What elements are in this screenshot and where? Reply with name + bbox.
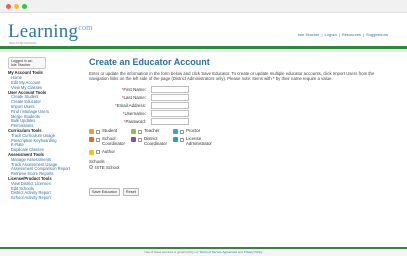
author-role-label: Author [102,148,115,154]
login-status-user: Isle Teacher [11,63,31,68]
minimize-window-button[interactable] [14,4,19,9]
logo-text: Learning [8,21,79,42]
topnav-logout-link[interactable]: Logout [325,32,337,37]
author-checkbox[interactable] [96,150,100,155]
sidebar: Logged in as: Isle Teacher My Account To… [8,57,82,201]
site-logo[interactable]: Learningcom [8,21,93,43]
maximize-window-button[interactable] [22,4,27,9]
first-name-label: *First Name: [122,87,146,92]
license-administrator-checkbox[interactable] [180,137,184,142]
proctor-role-icon [173,129,178,134]
sidebar-nav: My Account Tools Home Edit My Account View … [8,71,82,201]
top-navigation: Isle Teacher | Logout | Resources | Suggestion… [297,32,389,37]
role-option-teacher[interactable]: Teacher [131,128,169,134]
role-option-proctor[interactable]: Proctor [173,128,217,134]
topnav-separator: | [338,32,340,37]
proctor-role-label: Proctor [186,128,201,133]
student-role-icon [89,129,94,134]
email-address-label: *Email Address: [115,103,146,108]
header-subbar [0,49,407,52]
topnav-user: Isle Teacher [297,32,320,37]
school-coordinator-role-label: School Coordinator [102,136,125,146]
password-label: *Password: [124,119,146,124]
form-actions: Save Educator Reset [89,187,389,196]
footer-and: and [237,250,243,254]
last-name-input[interactable] [151,94,189,101]
school-option-iste-school[interactable]: ISTE School [89,165,389,170]
topnav-suggestions-link[interactable]: Suggestions [366,32,388,37]
intro-text: Enter or update the information in the f… [89,71,375,81]
sidebar-item-school-activity-report[interactable]: School Activity Report [8,195,82,201]
first-name-label-text: First Name: [123,87,146,92]
teacher-role-icon [131,129,136,134]
role-option-school-coordinator[interactable]: School Coordinator [89,136,127,147]
logo-suffix: com [78,23,93,32]
school-label: ISTE School [95,164,120,170]
form-row-email-address: *Email Address: [89,102,389,110]
reset-button[interactable]: Reset [122,187,139,196]
site-header: Learningcom SKILLS FOR SUCCESS Isle Teac… [0,13,407,46]
privacy-link[interactable]: Privacy Policy [244,250,263,254]
username-input[interactable] [151,110,189,117]
teacher-role-label: Teacher [144,128,160,133]
teacher-checkbox[interactable] [138,129,142,134]
terms-link[interactable]: Terms of Service Agreement [199,250,237,254]
last-name-label: *Last Name: [122,95,146,100]
last-name-label-text: Last Name: [123,95,146,100]
form-row-username: *Username: [89,110,389,118]
password-label-text: Password: [125,119,147,124]
email-address-input[interactable] [151,102,189,109]
form-row-password: *Password: [89,118,389,126]
schools-label: Schools [89,158,105,164]
school-coordinator-checkbox[interactable] [96,137,100,142]
district-coordinator-role-label: District Coordinator [144,136,167,146]
educator-form: *First Name: *Last Name: *Email Address: *U… [89,86,389,126]
form-row-last-name: *Last Name: [89,94,389,102]
role-option-district-coordinator[interactable]: District Coordinator [131,136,169,147]
proctor-checkbox[interactable] [180,129,184,134]
page-title: Create an Educator Account [89,57,210,67]
district-coordinator-checkbox[interactable] [138,137,142,142]
save-educator-button[interactable]: Save Educator [89,187,120,196]
student-checkbox[interactable] [96,129,100,134]
username-label: *Username: [123,111,146,116]
author-role-icon [89,149,94,155]
password-input[interactable] [151,118,189,125]
login-status-box: Logged in as: Isle Teacher [8,57,46,70]
logo-tagline: SKILLS FOR SUCCESS [9,42,37,45]
window-titlebar [0,0,407,13]
school-options: ISTE School [89,165,389,170]
district-coordinator-role-icon [131,137,136,142]
role-option-student[interactable]: Student [89,128,127,134]
school-coordinator-role-icon [89,137,94,142]
role-option-author[interactable]: Author [89,148,127,155]
first-name-input[interactable] [151,86,189,93]
email-address-label-text: Email Address: [116,103,146,108]
license-administrator-role-icon [173,137,178,142]
topnav-separator: | [321,32,323,37]
license-administrator-role-label: License Administrator [186,136,212,146]
topnav-resources-link[interactable]: Resources [342,32,361,37]
topnav-separator: | [362,32,364,37]
site-footer: Use of these services is governed by our… [0,249,407,256]
footer-prefix: Use of these services is governed by our [144,250,199,254]
role-options: Student Teacher Proctor School Coordinator D… [89,128,389,155]
form-row-first-name: *First Name: [89,86,389,94]
school-radio[interactable] [89,165,93,170]
role-option-license-administrator[interactable]: License Administrator [173,136,217,147]
main-content: Create an Educator Account Enter or upda… [89,57,389,196]
close-window-button[interactable] [6,4,11,9]
username-label-text: Username: [124,111,146,116]
student-role-label: Student [102,128,118,133]
